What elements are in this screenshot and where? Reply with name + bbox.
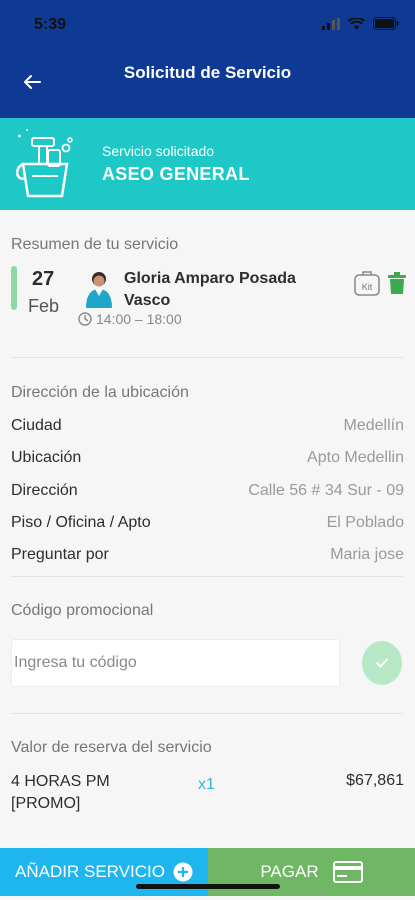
promo-code-input[interactable] bbox=[11, 639, 340, 687]
time-range-row: 14:00 – 18:00 bbox=[78, 311, 182, 327]
wifi-icon bbox=[348, 17, 365, 30]
signal-icon bbox=[322, 17, 340, 30]
address-value: Calle 56 # 34 Sur - 09 bbox=[248, 482, 404, 499]
service-month: Feb bbox=[28, 296, 60, 316]
ask-for-value: Maria jose bbox=[330, 546, 404, 563]
app-header: 5:39 Solicitud de Servicio bbox=[0, 0, 415, 118]
cleaning-bucket-icon bbox=[16, 129, 73, 198]
battery-icon bbox=[373, 17, 399, 30]
time-range: 14:00 – 18:00 bbox=[96, 311, 182, 327]
summary-section-title: Resumen de tu servicio bbox=[11, 236, 179, 253]
credit-card-icon bbox=[332, 861, 363, 883]
pay-label: PAGAR bbox=[260, 862, 319, 881]
apply-promo-button[interactable] bbox=[362, 641, 402, 685]
service-name: ASEO GENERAL bbox=[102, 164, 250, 184]
kit-label: Kit bbox=[362, 282, 373, 292]
add-service-label: AÑADIR SERVICIO bbox=[15, 862, 165, 881]
booking-item-name: 4 HORAS PM [PROMO] bbox=[11, 773, 110, 812]
booking-item-price: $67,861 bbox=[346, 772, 404, 789]
floor-office-value: El Poblado bbox=[326, 514, 404, 531]
location-section-title: Dirección de la ubicación bbox=[11, 384, 189, 401]
divider bbox=[11, 357, 403, 358]
service-day: 27 bbox=[32, 268, 55, 290]
date-accent-bar bbox=[11, 266, 17, 310]
worker-avatar bbox=[86, 272, 112, 308]
divider bbox=[11, 576, 403, 577]
service-requested-label: Servicio solicitado bbox=[102, 143, 215, 159]
floor-office-label: Piso / Oficina / Apto bbox=[11, 514, 151, 531]
booking-section-title: Valor de reserva del servicio bbox=[11, 739, 212, 756]
ask-for-label: Preguntar por bbox=[11, 546, 109, 563]
kit-icon[interactable]: Kit bbox=[354, 270, 380, 296]
divider bbox=[11, 713, 403, 714]
city-label: Ciudad bbox=[11, 417, 62, 434]
home-indicator bbox=[136, 884, 280, 889]
booking-item-quantity: x1 bbox=[198, 776, 215, 793]
city-value: Medellín bbox=[343, 417, 404, 434]
trash-icon[interactable] bbox=[388, 272, 406, 294]
status-icons bbox=[322, 17, 399, 30]
location-value: Apto Medellin bbox=[307, 449, 404, 466]
status-time: 5:39 bbox=[34, 16, 67, 33]
clock-icon bbox=[78, 312, 92, 326]
plus-circle-icon bbox=[173, 862, 193, 882]
check-icon bbox=[376, 658, 388, 668]
page-title: Solicitud de Servicio bbox=[123, 63, 292, 82]
address-label: Dirección bbox=[11, 482, 78, 499]
location-label: Ubicación bbox=[11, 449, 82, 466]
promo-section-title: Código promocional bbox=[11, 602, 154, 619]
worker-name: Gloria Amparo Posada Vasco bbox=[124, 270, 296, 309]
